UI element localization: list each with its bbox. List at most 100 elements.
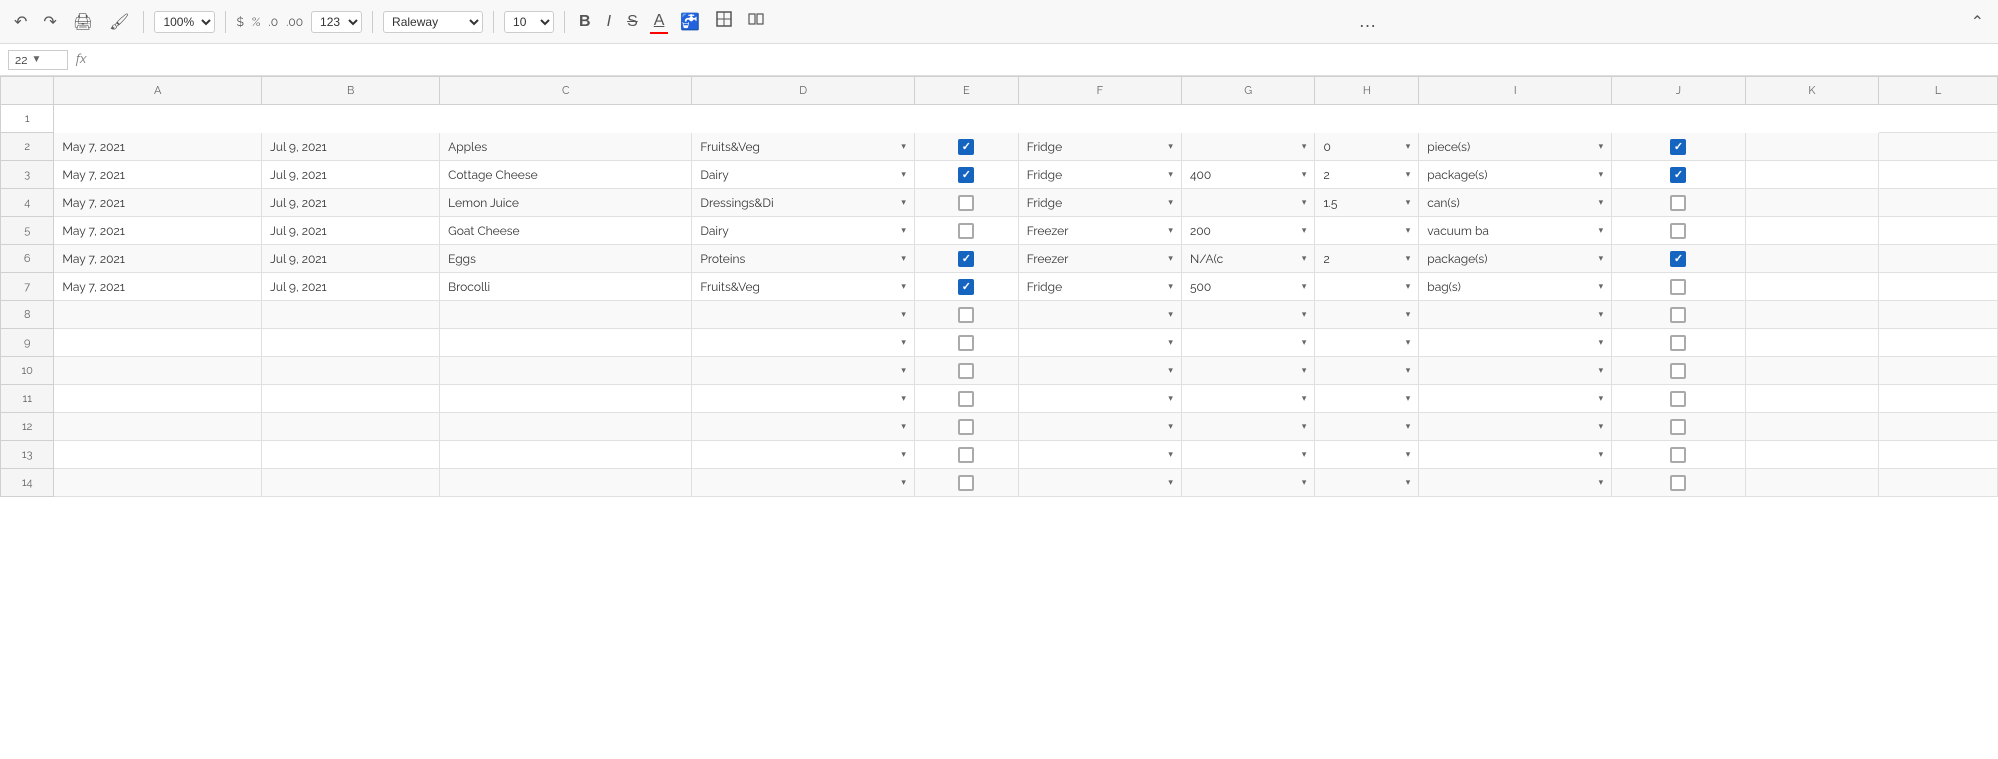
cell-storage[interactable]: ▾ (1018, 357, 1181, 385)
cell-qtygrams-dropdown-icon[interactable]: ▾ (1302, 226, 1307, 236)
cell-extra[interactable] (1879, 441, 1998, 469)
cell-tobuy[interactable] (1612, 329, 1746, 357)
cell-unittype-dropdown-icon[interactable]: ▾ (1599, 226, 1604, 236)
format-select[interactable]: 123 (311, 11, 362, 33)
cell-extra[interactable] (1879, 161, 1998, 189)
cell-qtygrams-dropdown-icon[interactable]: ▾ (1302, 282, 1307, 292)
cell-storage-dropdown-icon[interactable]: ▾ (1168, 366, 1173, 376)
undo-button[interactable]: ↶ (10, 10, 31, 34)
cell-unittype-dropdown-icon[interactable]: ▾ (1599, 170, 1604, 180)
cell-unittype[interactable]: can(s)▾ (1419, 189, 1612, 217)
cell-storage[interactable]: ▾ (1018, 469, 1181, 497)
cell-tobuy[interactable] (1612, 217, 1746, 245)
cell-staple-checkbox[interactable] (958, 223, 974, 239)
cell-staple-checkbox[interactable] (958, 167, 974, 183)
cell-staple[interactable] (914, 133, 1018, 161)
cell-extra[interactable] (1879, 385, 1998, 413)
cell-unittype[interactable]: ▾ (1419, 385, 1612, 413)
cell-storage-dropdown-icon[interactable]: ▾ (1168, 142, 1173, 152)
cell-qtygrams-dropdown-icon[interactable]: ▾ (1302, 478, 1307, 488)
cell-category[interactable]: Fruits&Veg▾ (692, 133, 915, 161)
cell-storage[interactable]: Freezer▾ (1018, 217, 1181, 245)
cell-tobuy-checkbox[interactable] (1670, 307, 1686, 323)
cell-qtynum-dropdown-icon[interactable]: ▾ (1406, 450, 1411, 460)
cell-extra[interactable] (1879, 217, 1998, 245)
cell-qtygrams[interactable]: ▾ (1181, 329, 1315, 357)
cell-cost[interactable] (1745, 133, 1879, 161)
cell-purchased[interactable]: May 7, 2021 (54, 161, 262, 189)
cell-purchased[interactable] (54, 357, 262, 385)
paint-bucket-button[interactable]: 🚰 (676, 10, 704, 34)
cell-qtynum[interactable]: ▾ (1315, 441, 1419, 469)
cell-qtynum[interactable]: ▾ (1315, 413, 1419, 441)
cell-category[interactable]: ▾ (692, 357, 915, 385)
cell-purchased[interactable] (54, 469, 262, 497)
cell-qtynum[interactable]: ▾ (1315, 329, 1419, 357)
cell-category-dropdown-icon[interactable]: ▾ (901, 310, 906, 320)
header-qtynum[interactable]: Qty # (1315, 105, 1419, 133)
cell-qtygrams[interactable]: 200▾ (1181, 217, 1315, 245)
cell-qtynum-dropdown-icon[interactable]: ▾ (1406, 478, 1411, 488)
cell-purchased[interactable] (54, 329, 262, 357)
col-header-B[interactable]: B (262, 77, 440, 105)
cell-staple[interactable] (914, 441, 1018, 469)
cell-staple[interactable] (914, 273, 1018, 301)
cell-qtynum-dropdown-icon[interactable]: ▾ (1406, 198, 1411, 208)
cell-qtynum[interactable]: ▾ (1315, 301, 1419, 329)
col-header-L[interactable]: L (1879, 77, 1998, 105)
zoom-select[interactable]: 100% (154, 11, 215, 33)
cell-unittype-dropdown-icon[interactable]: ▾ (1599, 338, 1604, 348)
cell-cost[interactable] (1745, 385, 1879, 413)
cell-qtygrams-dropdown-icon[interactable]: ▾ (1302, 310, 1307, 320)
cell-staple-checkbox[interactable] (958, 391, 974, 407)
cell-useby[interactable] (262, 329, 440, 357)
cell-unittype-dropdown-icon[interactable]: ▾ (1599, 478, 1604, 488)
cell-staple-checkbox[interactable] (958, 195, 974, 211)
cell-qtynum-dropdown-icon[interactable]: ▾ (1406, 394, 1411, 404)
cell-unittype-dropdown-icon[interactable]: ▾ (1599, 282, 1604, 292)
cell-unittype-dropdown-icon[interactable]: ▾ (1599, 254, 1604, 264)
cell-category-dropdown-icon[interactable]: ▾ (901, 226, 906, 236)
cell-qtygrams[interactable]: ▾ (1181, 189, 1315, 217)
header-cost[interactable]: Cost (1745, 105, 1879, 133)
cell-staple-checkbox[interactable] (958, 419, 974, 435)
cell-cost[interactable] (1745, 413, 1879, 441)
cell-category-dropdown-icon[interactable]: ▾ (901, 142, 906, 152)
cell-tobuy[interactable] (1612, 469, 1746, 497)
cell-unittype[interactable]: ▾ (1419, 357, 1612, 385)
cell-storage[interactable]: Fridge▾ (1018, 133, 1181, 161)
cell-qtygrams-dropdown-icon[interactable]: ▾ (1302, 450, 1307, 460)
cell-category-dropdown-icon[interactable]: ▾ (901, 478, 906, 488)
cell-unittype[interactable]: ▾ (1419, 469, 1612, 497)
cell-staple-checkbox[interactable] (958, 335, 974, 351)
cell-itemname[interactable] (440, 301, 692, 329)
bold-button[interactable]: B (575, 11, 595, 33)
cell-useby[interactable] (262, 301, 440, 329)
cell-extra[interactable] (1879, 245, 1998, 273)
cell-qtynum-dropdown-icon[interactable]: ▾ (1406, 366, 1411, 376)
cell-qtygrams[interactable]: ▾ (1181, 469, 1315, 497)
cell-useby[interactable] (262, 413, 440, 441)
cell-qtygrams[interactable]: 400▾ (1181, 161, 1315, 189)
cell-staple[interactable] (914, 301, 1018, 329)
cell-qtynum[interactable]: ▾ (1315, 469, 1419, 497)
merge-button[interactable] (744, 9, 768, 34)
cell-qtygrams[interactable]: ▾ (1181, 385, 1315, 413)
cell-itemname[interactable]: Eggs (440, 245, 692, 273)
cell-storage-dropdown-icon[interactable]: ▾ (1168, 478, 1173, 488)
cell-staple-checkbox[interactable] (958, 139, 974, 155)
cell-category[interactable]: ▾ (692, 441, 915, 469)
cell-purchased[interactable] (54, 385, 262, 413)
cell-category-dropdown-icon[interactable]: ▾ (901, 170, 906, 180)
formula-input[interactable] (94, 52, 1990, 67)
cell-useby[interactable] (262, 469, 440, 497)
cell-qtynum-dropdown-icon[interactable]: ▾ (1406, 310, 1411, 320)
cell-qtygrams[interactable]: ▾ (1181, 133, 1315, 161)
cell-unittype-dropdown-icon[interactable]: ▾ (1599, 450, 1604, 460)
header-staple[interactable]: Staple? (914, 105, 1018, 133)
cell-qtygrams-dropdown-icon[interactable]: ▾ (1302, 170, 1307, 180)
cell-unittype[interactable]: ▾ (1419, 441, 1612, 469)
col-header-F[interactable]: F (1018, 77, 1181, 105)
cell-itemname[interactable]: Apples (440, 133, 692, 161)
cell-extra[interactable] (1879, 133, 1998, 161)
